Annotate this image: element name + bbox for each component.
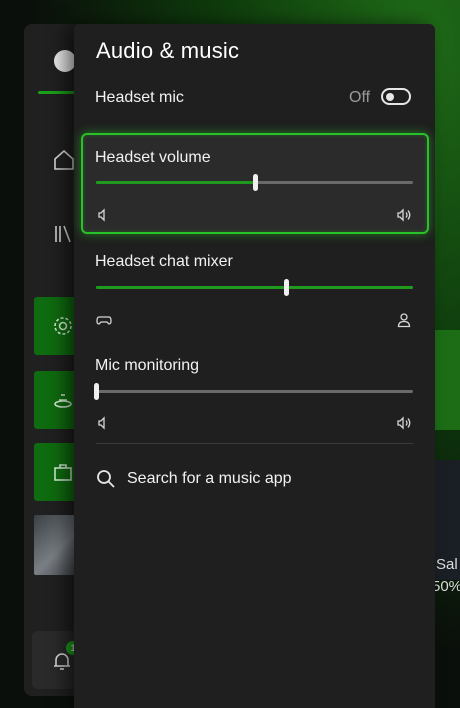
background-sale-text: Sal (436, 556, 458, 573)
headset-volume-slider[interactable] (96, 174, 413, 191)
headset-chat-mixer-label: Headset chat mixer (95, 253, 233, 270)
search-music-app-button[interactable]: Search for a music app (96, 466, 413, 492)
headset-mic-state: Off (349, 89, 371, 106)
headset-volume-label: Headset volume (95, 149, 211, 166)
volume-high-icon (396, 415, 412, 431)
slider-thumb[interactable] (284, 279, 290, 296)
slider-thumb[interactable] (252, 174, 258, 191)
volume-low-icon (96, 207, 112, 223)
headset-mic-toggle[interactable] (381, 88, 411, 105)
divider (96, 443, 413, 444)
search-music-app-label: Search for a music app (127, 470, 292, 487)
xbox-logo-icon[interactable] (54, 50, 76, 72)
person-icon (396, 312, 412, 328)
mic-monitoring-slider[interactable] (94, 383, 413, 400)
library-icon[interactable] (52, 222, 76, 246)
slider-fill (96, 181, 255, 184)
slider-thumb[interactable] (94, 383, 99, 400)
mic-monitoring-label: Mic monitoring (95, 357, 200, 374)
slider-fill (96, 286, 413, 289)
gamepass-icon (51, 388, 75, 412)
volume-high-icon (396, 207, 412, 223)
search-icon (96, 469, 116, 489)
panel-title: Audio & music (96, 38, 240, 63)
volume-low-icon (96, 415, 112, 431)
background-percent-text: 50% (432, 578, 460, 595)
controller-icon (96, 312, 112, 328)
store-bag-icon (51, 460, 75, 484)
home-icon[interactable] (52, 148, 76, 172)
gear-icon (51, 314, 75, 338)
headset-chat-mixer-slider[interactable] (96, 279, 413, 296)
toggle-knob (386, 92, 394, 101)
headset-mic-label: Headset mic (95, 89, 184, 106)
audio-music-panel: Audio & music Headset mic Off Headset vo… (74, 24, 435, 708)
